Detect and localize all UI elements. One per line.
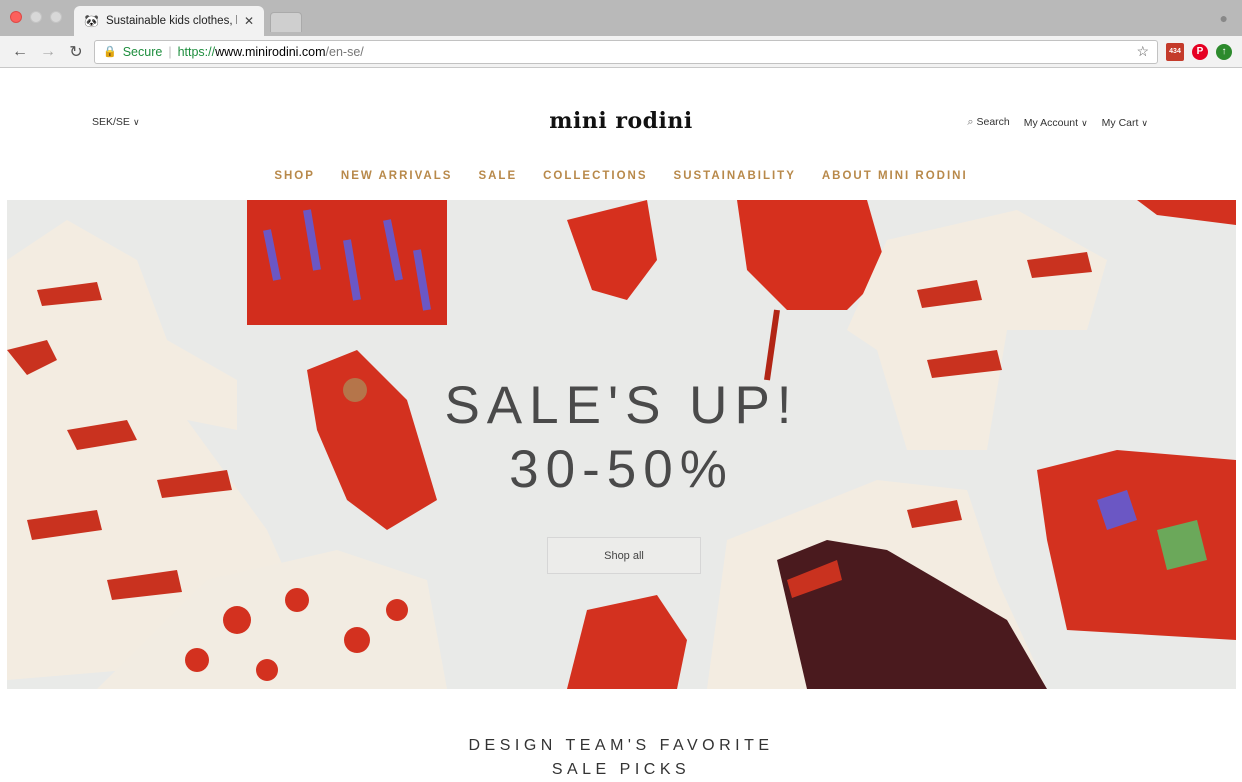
chevron-down-icon: ∨ [1081,117,1088,128]
my-account-link[interactable]: My Account ∨ [1024,117,1088,129]
new-tab-button[interactable] [270,12,302,32]
url-text: https://www.minirodini.com/en-se/ [178,45,364,59]
minimize-window-button[interactable] [30,11,42,23]
profile-icon[interactable]: ● [1220,10,1228,26]
search-label: Search [976,116,1010,128]
window-controls [10,11,62,23]
header-utilities: ⌕ Search My Account ∨ My Cart ∨ [967,116,1148,129]
nav-shop[interactable]: SHOP [274,170,315,182]
my-account-label: My Account [1023,116,1079,129]
search-link[interactable]: ⌕ Search [967,116,1009,129]
site-header: SEK/SE ∨ mini rodini ⌕ Search My Account ∨ … [0,68,1242,200]
back-button[interactable]: ← [10,43,30,61]
url-host: www.minirodini.com [215,44,326,59]
nav-sustainability[interactable]: SUSTAINABILITY [674,170,796,182]
maximize-window-button[interactable] [50,11,62,23]
main-navigation: SHOP NEW ARRIVALS SALE COLLECTIONS SUSTA… [0,170,1242,182]
close-window-button[interactable] [10,11,22,23]
secure-label: Secure [122,44,163,59]
omnibox-separator: | [168,44,172,59]
address-bar[interactable]: 🔒 Secure | https://www.minirodini.com/en… [94,39,1158,64]
browser-chrome: 🐼 Sustainable kids clothes, baby ✕ ● ← →… [0,0,1242,68]
bookmark-star-icon[interactable]: ☆ [1136,43,1149,60]
chevron-down-icon: ∨ [1141,117,1148,128]
my-cart-link[interactable]: My Cart ∨ [1102,117,1148,129]
extensions: 434 P ↑ [1166,42,1232,61]
extension-badge-count: 434 [1169,47,1181,55]
hero-line-1: SALE'S UP! [444,376,799,435]
browser-tab-active[interactable]: 🐼 Sustainable kids clothes, baby ✕ [74,6,264,36]
nav-sale[interactable]: SALE [478,170,517,182]
upload-extension-icon[interactable]: ↑ [1216,43,1232,60]
nav-about[interactable]: ABOUT MINI RODINI [822,170,968,182]
shop-all-button[interactable]: Shop all [547,537,701,574]
section-heading-line-2: SALE PICKS [551,761,691,778]
hero-headline: SALE'S UP! 30-50% [7,374,1236,502]
extension-badge-icon[interactable]: 434 [1166,42,1184,61]
search-icon: ⌕ [967,116,974,128]
my-cart-label: My Cart [1101,116,1139,129]
section-heading: DESIGN TEAM'S FAVORITE SALE PICKS [0,734,1242,782]
tab-close-icon[interactable]: ✕ [244,14,254,28]
url-path: /en-se/ [325,44,364,59]
pinterest-icon[interactable]: P [1192,43,1208,60]
section-heading-line-1: DESIGN TEAM'S FAVORITE [468,737,774,754]
lock-icon: 🔒 [103,46,117,58]
nav-new-arrivals[interactable]: NEW ARRIVALS [341,170,453,182]
reload-button[interactable]: ↻ [66,42,86,62]
url-scheme: https:// [177,44,216,59]
hero-banner[interactable]: SALE'S UP! 30-50% Shop all [7,200,1236,689]
favicon-icon: 🐼 [84,14,99,28]
browser-toolbar: ← → ↻ 🔒 Secure | https://www.minirodini.… [0,36,1242,68]
hero-line-2: 30-50% [509,440,734,499]
tab-title: Sustainable kids clothes, baby [105,15,237,27]
forward-button[interactable]: → [38,43,58,61]
nav-collections[interactable]: COLLECTIONS [543,170,647,182]
tab-bar: 🐼 Sustainable kids clothes, baby ✕ ● [0,0,1242,36]
